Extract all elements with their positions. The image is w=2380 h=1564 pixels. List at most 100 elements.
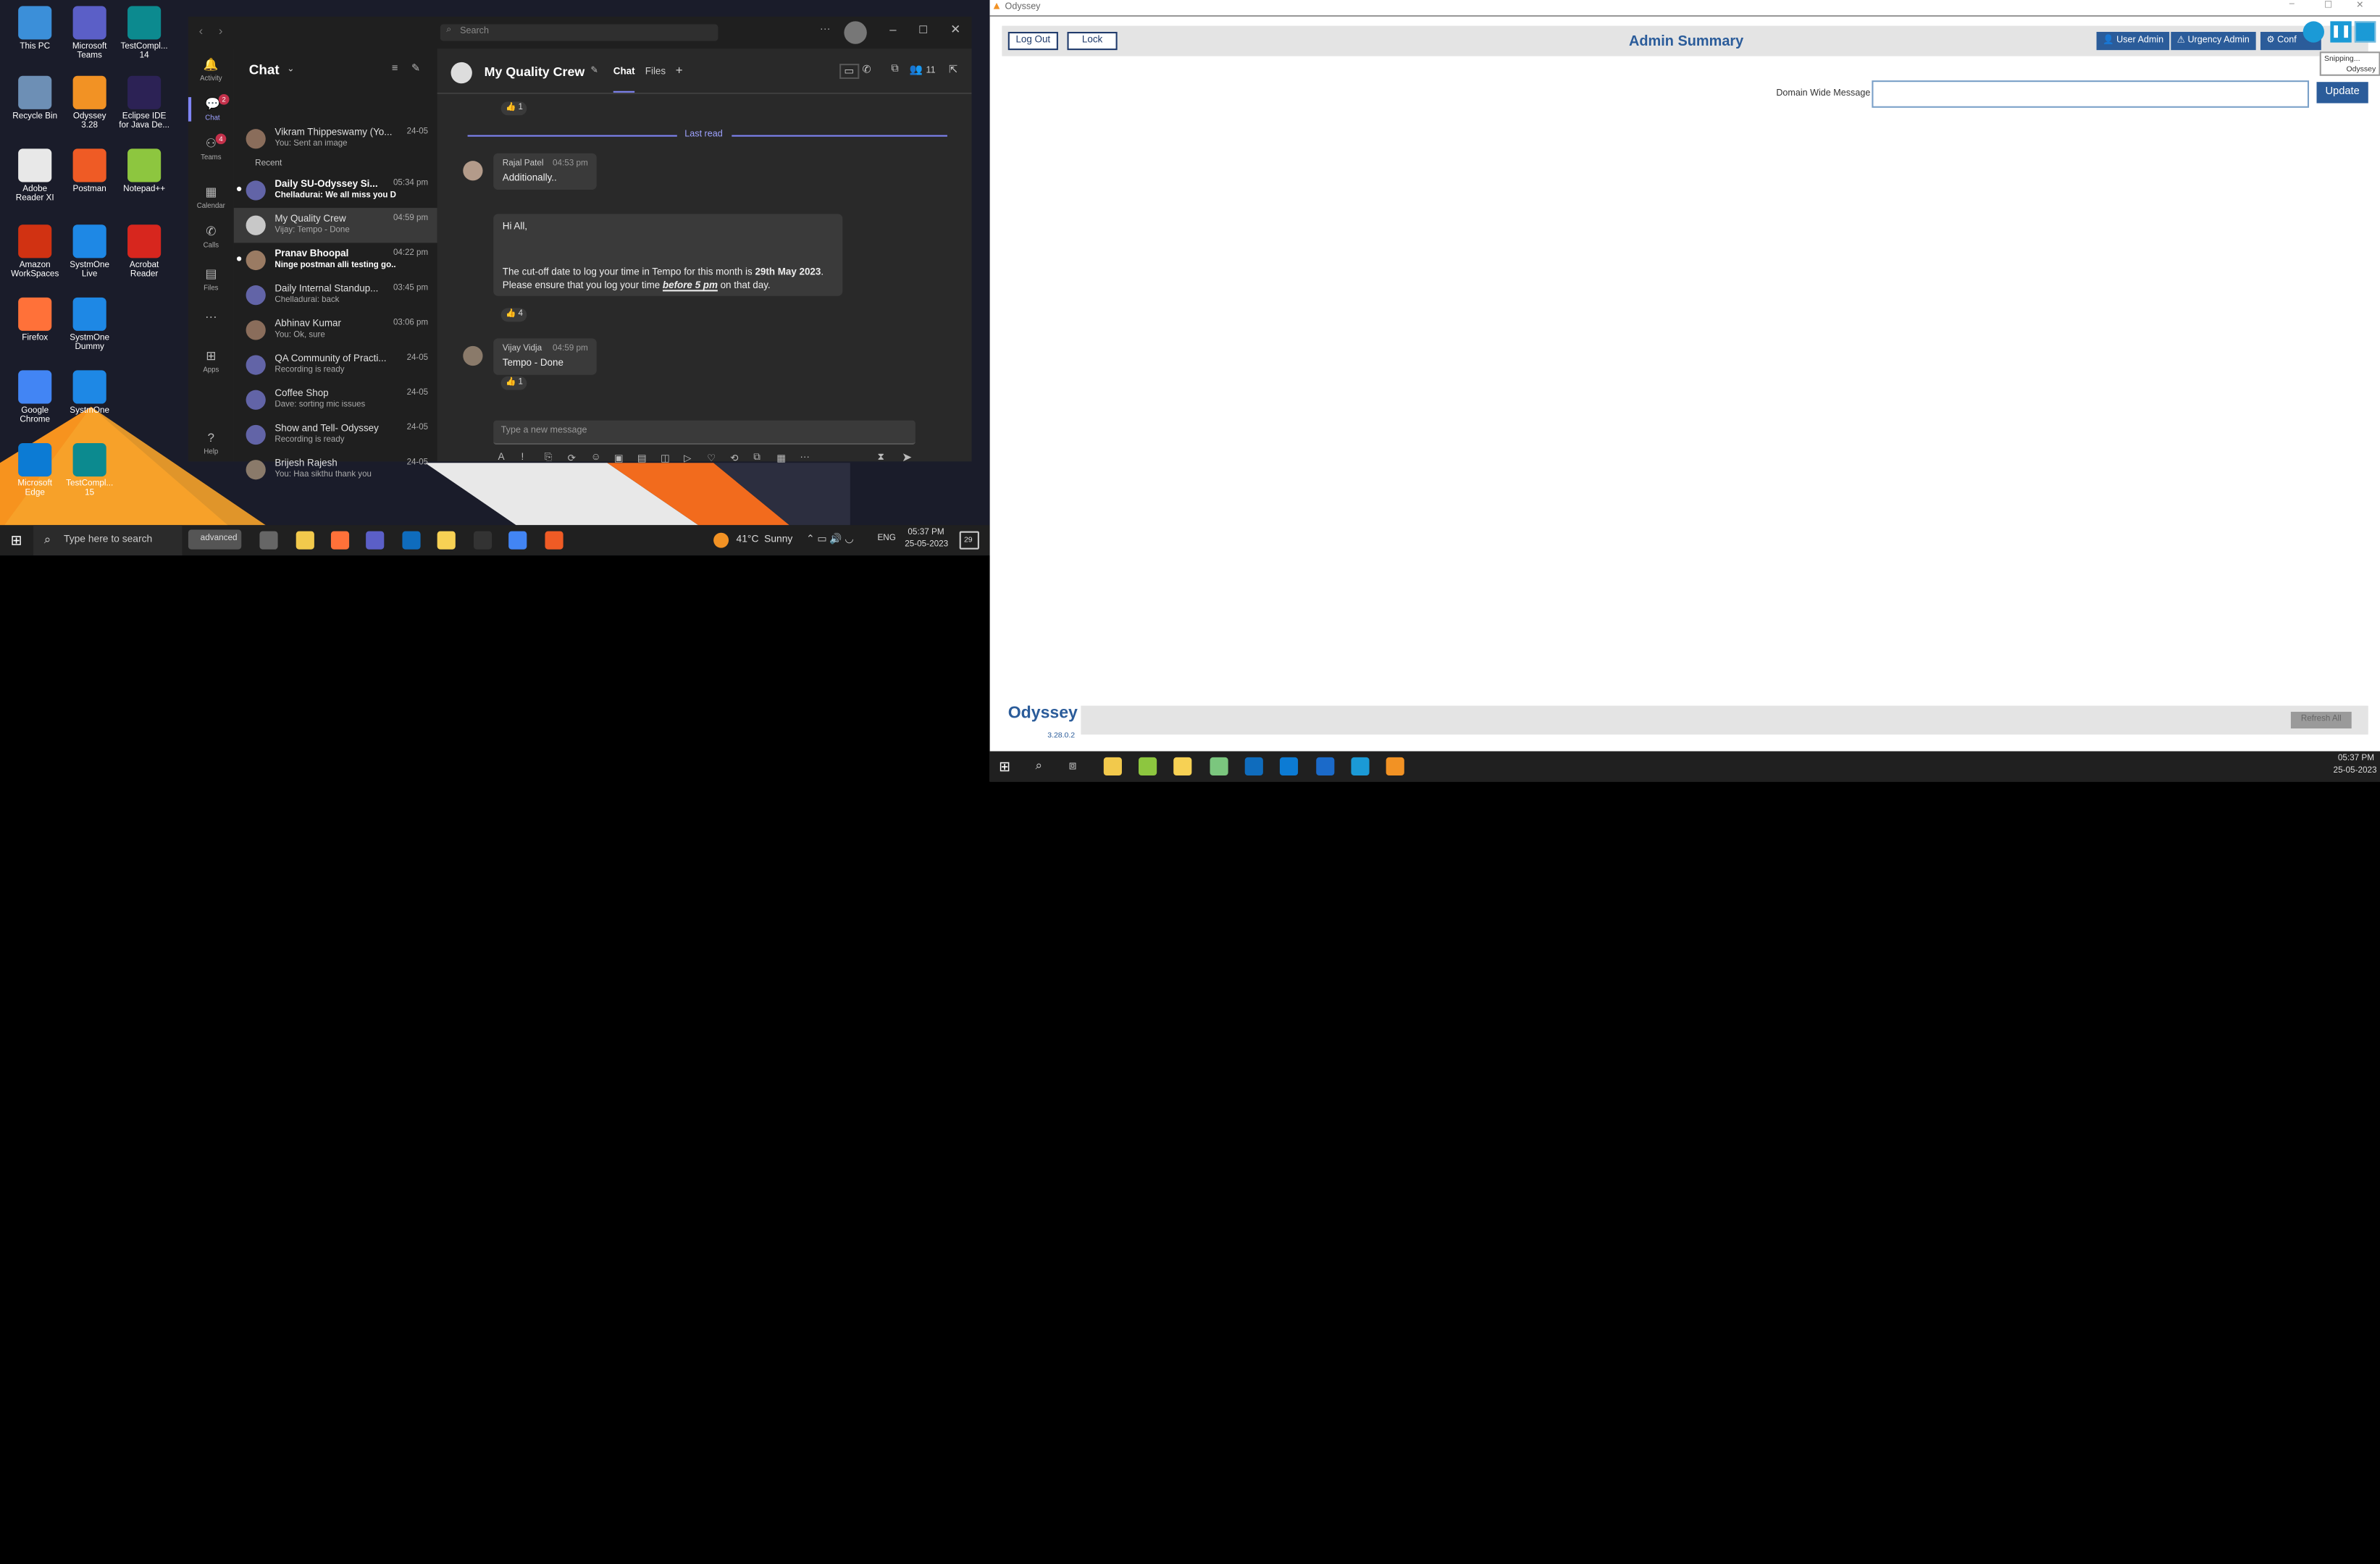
- reaction-chip[interactable]: 👍 1: [500, 101, 528, 116]
- desktop-shortcut[interactable]: SystmOne Dummy: [64, 297, 115, 353]
- stop-icon[interactable]: [2354, 21, 2376, 43]
- approvals-icon[interactable]: ⟲: [730, 453, 738, 465]
- desktop-shortcut[interactable]: This PC: [9, 6, 61, 52]
- desktop-shortcut[interactable]: Acrobat Reader: [118, 224, 169, 280]
- odyssey-icon[interactable]: [1386, 757, 1404, 776]
- desktop-shortcut[interactable]: Microsoft Edge: [9, 443, 61, 499]
- rail-item-files[interactable]: ▤ Files: [188, 267, 234, 292]
- audio-call-icon[interactable]: ✆: [863, 64, 871, 76]
- rail-item-chat[interactable]: 💬 Chat 2: [188, 93, 234, 122]
- more-icon[interactable]: ···: [800, 453, 810, 463]
- desktop-shortcut[interactable]: Adobe Reader XI: [9, 148, 61, 204]
- notepad-icon[interactable]: [1139, 757, 1157, 776]
- desktop-shortcut[interactable]: Microsoft Teams: [64, 6, 115, 62]
- updates-icon[interactable]: ⧉: [753, 453, 760, 465]
- schedule-icon[interactable]: ⧗: [877, 453, 884, 465]
- windows-start-icon[interactable]: ⊞: [11, 533, 22, 550]
- notification-icon[interactable]: 29: [959, 531, 979, 550]
- desktop-shortcut[interactable]: TestCompl... 14: [118, 6, 169, 62]
- refresh-all-button[interactable]: Refresh All: [2290, 712, 2352, 729]
- taskbar-search-input[interactable]: ⌕ Type here to search: [33, 525, 183, 556]
- desktop-shortcut[interactable]: SystmOne: [64, 370, 115, 416]
- people-icon[interactable]: 👥: [910, 64, 923, 76]
- more-options-icon[interactable]: ···: [820, 25, 831, 35]
- forms-icon[interactable]: ▦: [776, 453, 786, 465]
- postman-icon[interactable]: [545, 531, 563, 550]
- chat-list-item[interactable]: Show and Tell- Odyssey Recording is ready…: [234, 417, 437, 452]
- desktop-shortcut[interactable]: Eclipse IDE for Java De...: [118, 75, 169, 132]
- windows-start-icon[interactable]: ⊞: [999, 759, 1010, 775]
- chat-list-item[interactable]: QA Community of Practi... Recording is re…: [234, 348, 437, 382]
- update-button[interactable]: Update: [2316, 82, 2368, 104]
- format-icon[interactable]: A: [498, 453, 504, 463]
- video-call-icon[interactable]: ▭: [839, 64, 859, 79]
- new-chat-icon[interactable]: ✎: [411, 62, 420, 75]
- desktop-shortcut[interactable]: Odyssey 3.28: [64, 75, 115, 132]
- rail-item-[interactable]: ···: [188, 310, 234, 327]
- weather-text[interactable]: 41°C Sunny: [737, 534, 793, 545]
- mail-icon[interactable]: [1244, 757, 1263, 776]
- minimize-icon[interactable]: –: [889, 22, 896, 36]
- tab-chat[interactable]: Chat: [613, 67, 635, 77]
- close-icon[interactable]: ✕: [2356, 0, 2364, 11]
- teams-icon[interactable]: [366, 531, 385, 550]
- desktop-shortcut[interactable]: Google Chrome: [9, 370, 61, 426]
- app-icon[interactable]: [1351, 757, 1370, 776]
- chat-list-item[interactable]: My Quality Crew Vijay: Tempo - Done 04:59 …: [233, 208, 437, 243]
- desktop-shortcut[interactable]: Firefox: [9, 297, 61, 344]
- sticker-icon[interactable]: ▤: [637, 453, 647, 465]
- pinned-chat-item[interactable]: Vikram Thippeswamy (Yo... You: Sent an i…: [234, 122, 437, 155]
- rail-item-calendar[interactable]: ▦ Calendar: [188, 185, 234, 210]
- user-admin-button[interactable]: 👤 User Admin: [2096, 32, 2170, 51]
- file-explorer-icon[interactable]: [296, 531, 314, 550]
- clock-time[interactable]: 05:37 PM: [2338, 754, 2374, 764]
- forward-arrow-icon[interactable]: ›: [219, 25, 223, 38]
- send-icon[interactable]: ➤: [902, 451, 912, 465]
- maximize-icon[interactable]: ☐: [918, 25, 928, 37]
- compose-input[interactable]: Type a new message: [493, 420, 915, 445]
- store-icon[interactable]: [1316, 757, 1335, 776]
- advanced-pill[interactable]: advanced: [188, 529, 242, 550]
- search-icon[interactable]: ⌕: [1035, 759, 1042, 774]
- share-screen-icon[interactable]: ⧉: [891, 64, 898, 76]
- priority-icon[interactable]: !: [521, 453, 524, 463]
- emoji-icon[interactable]: ☺: [591, 453, 601, 463]
- close-icon[interactable]: ✕: [950, 22, 960, 36]
- chat-list-item[interactable]: Daily Internal Standup... Chelladurai: ba…: [234, 278, 437, 313]
- explorer-icon[interactable]: [1210, 757, 1228, 776]
- desktop-shortcut[interactable]: Recycle Bin: [9, 75, 61, 122]
- task-view-icon[interactable]: ⧈: [1069, 759, 1077, 774]
- lock-button[interactable]: Lock: [1067, 32, 1118, 51]
- file-explorer-icon[interactable]: [1103, 757, 1122, 776]
- meet-icon[interactable]: ◫: [661, 453, 670, 465]
- clock-date[interactable]: 25-05-2023: [905, 540, 948, 550]
- urgency-admin-button[interactable]: ⚠ Urgency Admin: [2171, 32, 2256, 51]
- add-tab-icon[interactable]: +: [676, 64, 683, 77]
- rail-item-apps[interactable]: ⊞ Apps: [188, 349, 234, 374]
- chat-list-item[interactable]: Abhinav Kumar You: Ok, sure 03:06 pm: [234, 313, 437, 348]
- desktop-shortcut[interactable]: TestCompl... 15: [64, 443, 115, 499]
- avatar[interactable]: [844, 21, 867, 44]
- chrome-icon[interactable]: [508, 531, 527, 550]
- clock-time[interactable]: 05:37 PM: [908, 528, 944, 537]
- popout-icon[interactable]: ⇱: [949, 64, 958, 76]
- clock-date[interactable]: 25-05-2023: [2334, 766, 2377, 775]
- tab-files[interactable]: Files: [645, 67, 666, 77]
- edge-icon[interactable]: [1279, 757, 1299, 776]
- desktop-shortcut[interactable]: Notepad++: [118, 148, 169, 195]
- edit-icon[interactable]: ✎: [590, 65, 598, 76]
- desktop-shortcut[interactable]: Postman: [64, 148, 115, 195]
- reaction-chip[interactable]: 👍 4: [500, 308, 528, 322]
- gif-icon[interactable]: ▣: [614, 453, 624, 465]
- rail-item-help[interactable]: ? Help: [188, 431, 234, 455]
- firefox-icon[interactable]: [330, 531, 350, 550]
- rail-item-activity[interactable]: 🔔 Activity: [188, 58, 234, 83]
- sticky-notes-icon[interactable]: [1173, 757, 1192, 776]
- filter-icon[interactable]: ≡: [392, 64, 398, 75]
- rail-item-teams[interactable]: ⚇ Teams 4: [188, 133, 234, 161]
- stream-icon[interactable]: ▷: [684, 453, 691, 465]
- task-view-icon[interactable]: [259, 531, 278, 550]
- logout-button[interactable]: Log Out: [1007, 32, 1058, 51]
- back-arrow-icon[interactable]: ‹: [199, 25, 204, 38]
- terminal-icon[interactable]: [473, 531, 493, 550]
